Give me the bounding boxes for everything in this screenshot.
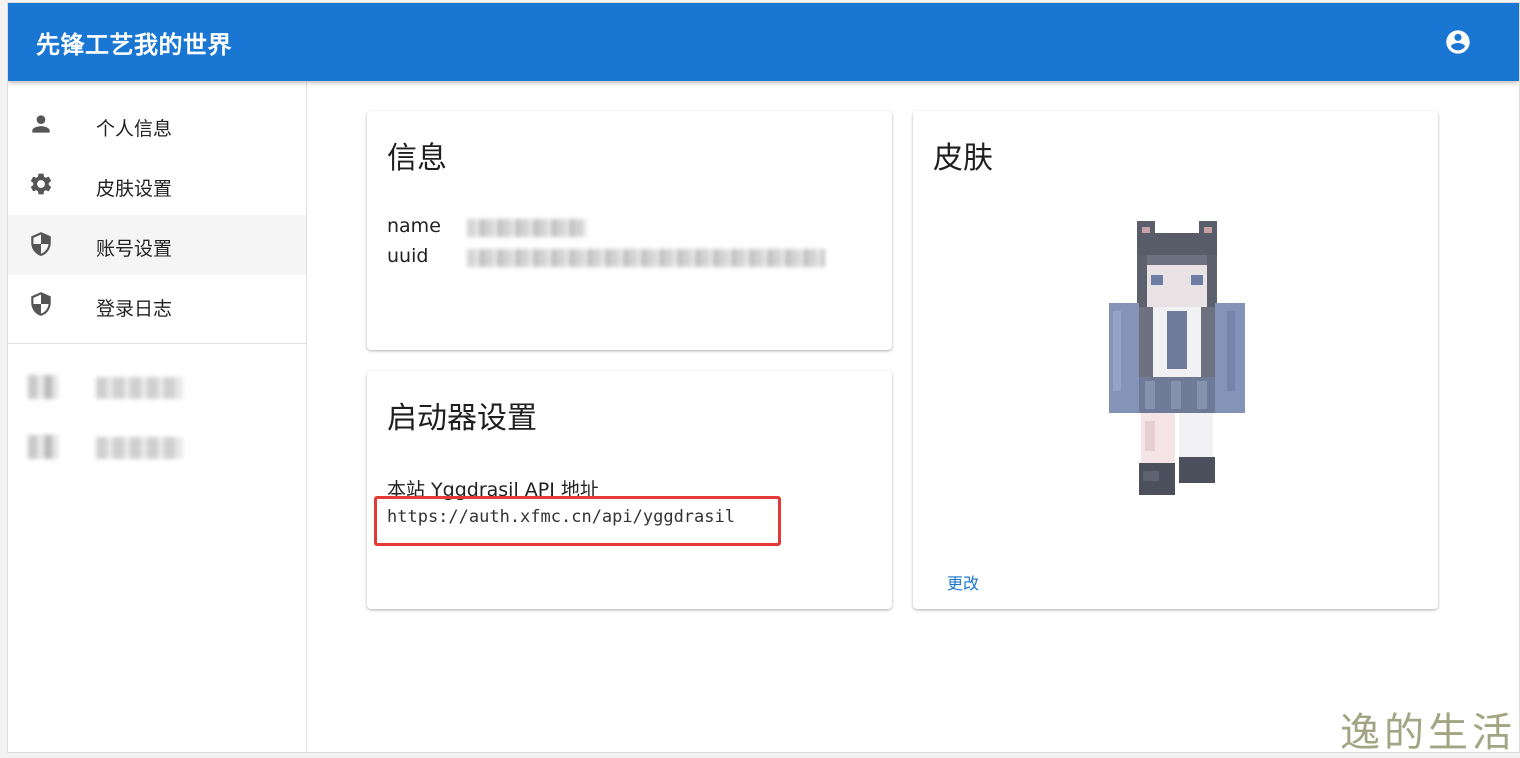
sidebar: 个人信息 皮肤设置 账号设置 登录日志 — [8, 81, 307, 752]
sidebar-item-label: 账号设置 — [96, 238, 173, 260]
shield-icon — [31, 292, 51, 316]
account-circle-icon — [1446, 30, 1470, 54]
sidebar-item-login-log[interactable]: 登录日志 — [8, 275, 306, 335]
sidebar-item-label: 皮肤设置 — [96, 178, 173, 200]
sidebar-divider — [8, 343, 306, 344]
account-button[interactable] — [1444, 28, 1472, 56]
info-card: 信息 name uuid — [367, 111, 892, 350]
gear-icon — [30, 173, 52, 195]
skin-card: 皮肤 更改 — [913, 111, 1438, 609]
app-bar: 先锋工艺我的世界 — [8, 3, 1519, 81]
name-value-redacted — [467, 219, 587, 237]
redacted-icon — [28, 435, 58, 459]
sidebar-item-account-settings[interactable]: 账号设置 — [8, 215, 306, 275]
uuid-label: uuid — [387, 245, 429, 267]
person-icon — [32, 115, 50, 133]
change-skin-button[interactable]: 更改 — [933, 568, 993, 596]
name-label: name — [387, 215, 441, 237]
launcher-card: 启动器设置 本站 Yggdrasil API 地址 https://auth.x… — [367, 371, 892, 609]
sidebar-item-redacted[interactable] — [8, 357, 306, 417]
skin-card-title: 皮肤 — [933, 141, 993, 176]
sidebar-item-profile[interactable]: 个人信息 — [8, 95, 306, 155]
shield-icon — [31, 232, 51, 256]
sidebar-item-redacted[interactable] — [8, 417, 306, 477]
sidebar-item-skin-settings[interactable]: 皮肤设置 — [8, 155, 306, 215]
launcher-card-title: 启动器设置 — [387, 401, 537, 436]
highlight-annotation-box — [374, 496, 781, 546]
watermark: 逸的生活 — [1340, 710, 1516, 756]
sidebar-item-label: 个人信息 — [96, 118, 173, 140]
uuid-value-redacted — [467, 249, 825, 267]
app-title: 先锋工艺我的世界 — [36, 31, 232, 59]
redacted-label — [96, 377, 182, 399]
info-card-title: 信息 — [387, 141, 447, 176]
redacted-icon — [28, 375, 58, 399]
skin-preview[interactable] — [1109, 221, 1245, 496]
sidebar-item-label: 登录日志 — [96, 298, 173, 320]
redacted-label — [96, 437, 182, 459]
app-window: 先锋工艺我的世界 个人信息 皮肤设置 账号设置 登录日志 信息 name uui… — [7, 2, 1520, 753]
